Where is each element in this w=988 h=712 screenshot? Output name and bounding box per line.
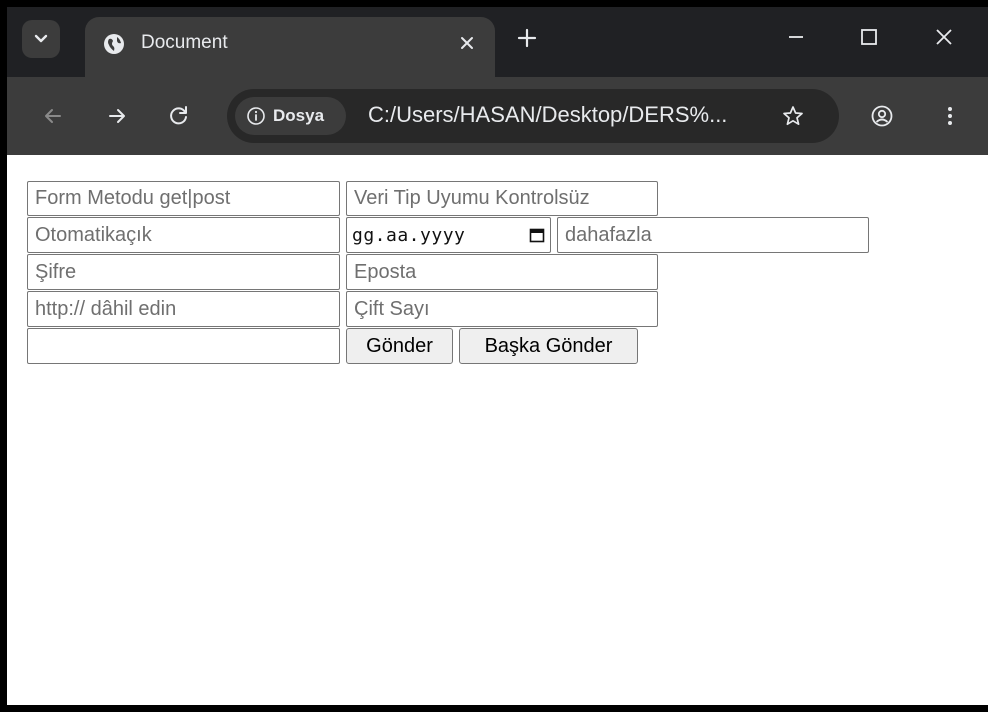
url-text[interactable]: C:/Users/HASAN/Desktop/DERS%... (368, 102, 727, 128)
password-input[interactable] (27, 254, 340, 290)
tab-title: Document (141, 32, 228, 53)
minimize-icon[interactable] (784, 25, 808, 49)
reload-icon[interactable] (167, 104, 191, 128)
email-input[interactable] (346, 254, 658, 290)
submit-button[interactable]: Gönder (346, 328, 453, 364)
browser-toolbar: Dosya C:/Users/HASAN/Desktop/DERS%... (7, 77, 988, 155)
tab-search-button[interactable] (22, 20, 60, 58)
form-method-input[interactable] (27, 181, 340, 216)
no-validation-input[interactable] (346, 181, 658, 216)
chevron-down-icon (34, 34, 48, 43)
profile-icon[interactable] (870, 104, 894, 128)
autofocus-input[interactable] (27, 217, 340, 253)
even-number-input[interactable] (346, 291, 658, 327)
more-menu-icon[interactable] (938, 104, 962, 128)
site-info-chip[interactable]: Dosya (235, 97, 346, 135)
back-arrow-icon[interactable] (41, 104, 65, 128)
maximize-icon[interactable] (857, 25, 881, 49)
site-info-label: Dosya (273, 106, 325, 125)
more-input[interactable] (557, 217, 869, 253)
close-window-icon[interactable] (932, 25, 956, 49)
info-icon (247, 107, 265, 125)
browser-window: Document Dosya C:/Users/HASAN/Desktop/DE… (7, 7, 988, 705)
globe-icon (104, 34, 124, 54)
address-bar[interactable]: Dosya C:/Users/HASAN/Desktop/DERS%... (227, 89, 839, 143)
new-tab-icon[interactable] (516, 27, 538, 49)
url-input[interactable] (27, 291, 340, 327)
date-input[interactable]: gg.aa.yyyy (346, 217, 551, 253)
calendar-icon[interactable] (529, 227, 545, 243)
empty-input[interactable] (27, 328, 340, 364)
close-tab-icon[interactable] (457, 33, 477, 53)
tab-strip: Document (7, 7, 988, 79)
date-placeholder: gg.aa.yyyy (352, 224, 466, 246)
tab-document[interactable]: Document (85, 17, 495, 79)
bookmark-star-icon[interactable] (781, 104, 805, 128)
page-content: gg.aa.yyyy Gönder Başka Gönder (7, 155, 988, 705)
forward-arrow-icon[interactable] (105, 104, 129, 128)
submit-other-button[interactable]: Başka Gönder (459, 328, 638, 364)
